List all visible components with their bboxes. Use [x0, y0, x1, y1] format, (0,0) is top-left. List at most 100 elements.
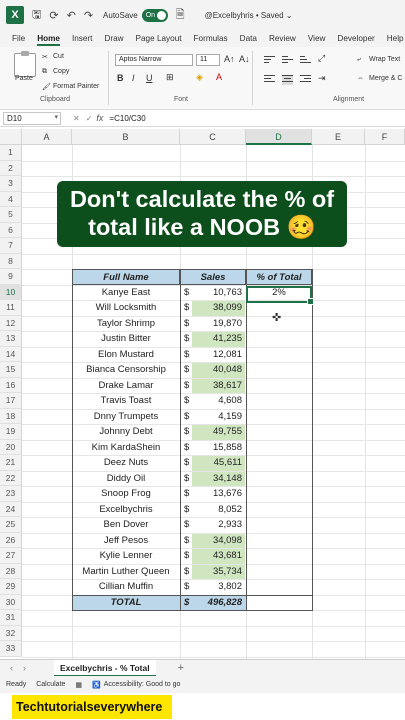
table-cell-sales[interactable]: 34,098 — [194, 533, 242, 549]
macro-record-icon[interactable]: ▦ — [75, 681, 82, 689]
row-header-2[interactable]: 2 — [0, 160, 22, 176]
row-header-31[interactable]: 31 — [0, 610, 22, 626]
table-cell-name[interactable]: Cillian Muffin — [72, 579, 180, 595]
table-cell-name[interactable]: Travis Toast — [72, 393, 180, 409]
document-title[interactable]: @Excelbyhris • Saved ⌄ — [205, 11, 293, 20]
tab-draw[interactable]: Draw — [104, 34, 123, 43]
align-left-icon[interactable] — [264, 75, 275, 85]
refresh-icon[interactable]: ⟳ — [49, 9, 58, 22]
table-cell-sales[interactable]: 40,048 — [194, 362, 242, 378]
format-painter-icon[interactable]: 🖌 — [42, 83, 51, 91]
select-all-corner[interactable] — [0, 129, 22, 145]
table-cell-sales[interactable]: 38,617 — [194, 378, 242, 394]
table-cell-sales[interactable]: 15,858 — [194, 440, 242, 456]
prev-sheet-icon[interactable]: ‹ — [10, 663, 13, 673]
align-bottom-icon[interactable] — [300, 56, 311, 66]
copy-icon[interactable]: ⧉ — [42, 68, 47, 76]
wrap-text-icon[interactable]: ⤶ — [357, 56, 361, 64]
table-cell-sales[interactable]: 45,611 — [194, 455, 242, 471]
bold-button[interactable]: B — [117, 73, 124, 83]
tab-formulas[interactable]: Formulas — [194, 34, 228, 43]
row-header-8[interactable]: 8 — [0, 253, 22, 269]
row-header-21[interactable]: 21 — [0, 455, 22, 471]
grow-font-icon[interactable]: A↑ — [224, 54, 235, 64]
table-cell-name[interactable]: Kanye East — [72, 285, 180, 301]
row-header-17[interactable]: 17 — [0, 393, 22, 409]
row-header-28[interactable]: 28 — [0, 563, 22, 579]
insert-function-button[interactable]: fx — [96, 113, 103, 123]
table-cell-name[interactable]: Taylor Shrimp — [72, 316, 180, 332]
table-header-sales[interactable]: Sales — [180, 269, 246, 285]
table-total-label[interactable]: TOTAL — [72, 594, 180, 610]
row-header-26[interactable]: 26 — [0, 532, 22, 548]
copy-button[interactable]: Copy — [53, 68, 69, 75]
table-cell-name[interactable]: Elon Mustard — [72, 347, 180, 363]
redo-icon[interactable]: ↷ — [84, 9, 93, 22]
align-middle-icon[interactable] — [282, 56, 293, 66]
font-size-select[interactable]: 11 — [196, 54, 220, 66]
row-header-30[interactable]: 30 — [0, 594, 22, 610]
tab-review[interactable]: Review — [269, 34, 296, 43]
column-header-e[interactable]: E — [312, 129, 365, 145]
row-header-6[interactable]: 6 — [0, 222, 22, 238]
paste-icon[interactable] — [14, 51, 36, 77]
font-color-icon[interactable]: A — [216, 72, 222, 82]
italic-button[interactable]: I — [132, 73, 135, 83]
autosave-toggle[interactable]: On — [141, 8, 168, 22]
table-cell-name[interactable]: Kim KardaShein — [72, 440, 180, 456]
row-header-18[interactable]: 18 — [0, 408, 22, 424]
table-cell-sales[interactable]: 43,681 — [194, 548, 242, 564]
table-cell-name[interactable]: Snoop Frog — [72, 486, 180, 502]
tab-home[interactable]: Home — [37, 34, 60, 46]
row-header-32[interactable]: 32 — [0, 625, 22, 641]
row-header-24[interactable]: 24 — [0, 501, 22, 517]
table-cell-sales[interactable]: 10,763 — [194, 285, 242, 301]
undo-icon[interactable]: ↶ — [67, 9, 76, 22]
table-cell-name[interactable]: Martin Luther Queen — [72, 564, 180, 580]
add-sheet-icon[interactable]: + — [178, 662, 184, 674]
row-header-7[interactable]: 7 — [0, 238, 22, 254]
tab-view[interactable]: View — [308, 34, 326, 43]
cut-button[interactable]: Cut — [53, 53, 64, 60]
table-cell-name[interactable]: Justin Bitter — [72, 331, 180, 347]
table-cell-sales[interactable]: 35,734 — [194, 564, 242, 580]
row-header-4[interactable]: 4 — [0, 191, 22, 207]
formula-input[interactable]: =C10/C30 — [109, 114, 145, 123]
row-header-5[interactable]: 5 — [0, 207, 22, 223]
table-header-full-name[interactable]: Full Name — [72, 269, 180, 285]
table-cell-sales[interactable]: 34,148 — [194, 471, 242, 487]
column-header-c[interactable]: C — [180, 129, 246, 145]
table-cell-sales[interactable]: 13,676 — [194, 486, 242, 502]
table-cell-sales[interactable]: 12,081 — [194, 347, 242, 363]
cut-icon[interactable]: ✂ — [42, 53, 48, 61]
tab-help[interactable]: Help — [387, 34, 404, 43]
wrap-text-button[interactable]: Wrap Text — [369, 56, 400, 63]
paste-button[interactable]: Paste — [15, 75, 33, 82]
enter-icon[interactable]: ✓ — [86, 114, 93, 123]
table-cell-sales[interactable]: 38,099 — [194, 300, 242, 316]
tab-page-layout[interactable]: Page Layout — [136, 34, 182, 43]
row-header-23[interactable]: 23 — [0, 486, 22, 502]
name-box[interactable]: D10 — [3, 111, 61, 125]
row-header-16[interactable]: 16 — [0, 377, 22, 393]
tab-insert[interactable]: Insert — [72, 34, 92, 43]
table-cell-sales[interactable]: 4,159 — [194, 409, 242, 425]
save-icon[interactable]: 🖫 — [32, 6, 41, 25]
underline-button[interactable]: U — [146, 73, 153, 83]
row-header-3[interactable]: 3 — [0, 176, 22, 192]
orientation-icon[interactable]: ⤢ — [318, 53, 325, 64]
table-total-value[interactable]: 496,828 — [194, 595, 242, 611]
table-cell-sales[interactable]: 41,235 — [194, 331, 242, 347]
status-accessibility[interactable]: Accessibility: Good to go — [104, 681, 181, 688]
table-cell-sales[interactable]: 3,802 — [194, 579, 242, 595]
row-header-11[interactable]: 11 — [0, 300, 22, 316]
table-cell-sales[interactable]: 8,052 — [194, 502, 242, 518]
status-calculate[interactable]: Calculate — [36, 681, 65, 688]
row-header-9[interactable]: 9 — [0, 269, 22, 285]
column-header-d[interactable]: D — [246, 129, 312, 145]
table-cell-name[interactable]: Deez Nuts — [72, 455, 180, 471]
row-header-25[interactable]: 25 — [0, 517, 22, 533]
table-cell-sales[interactable]: 19,870 — [194, 316, 242, 332]
row-header-20[interactable]: 20 — [0, 439, 22, 455]
row-header-12[interactable]: 12 — [0, 315, 22, 331]
